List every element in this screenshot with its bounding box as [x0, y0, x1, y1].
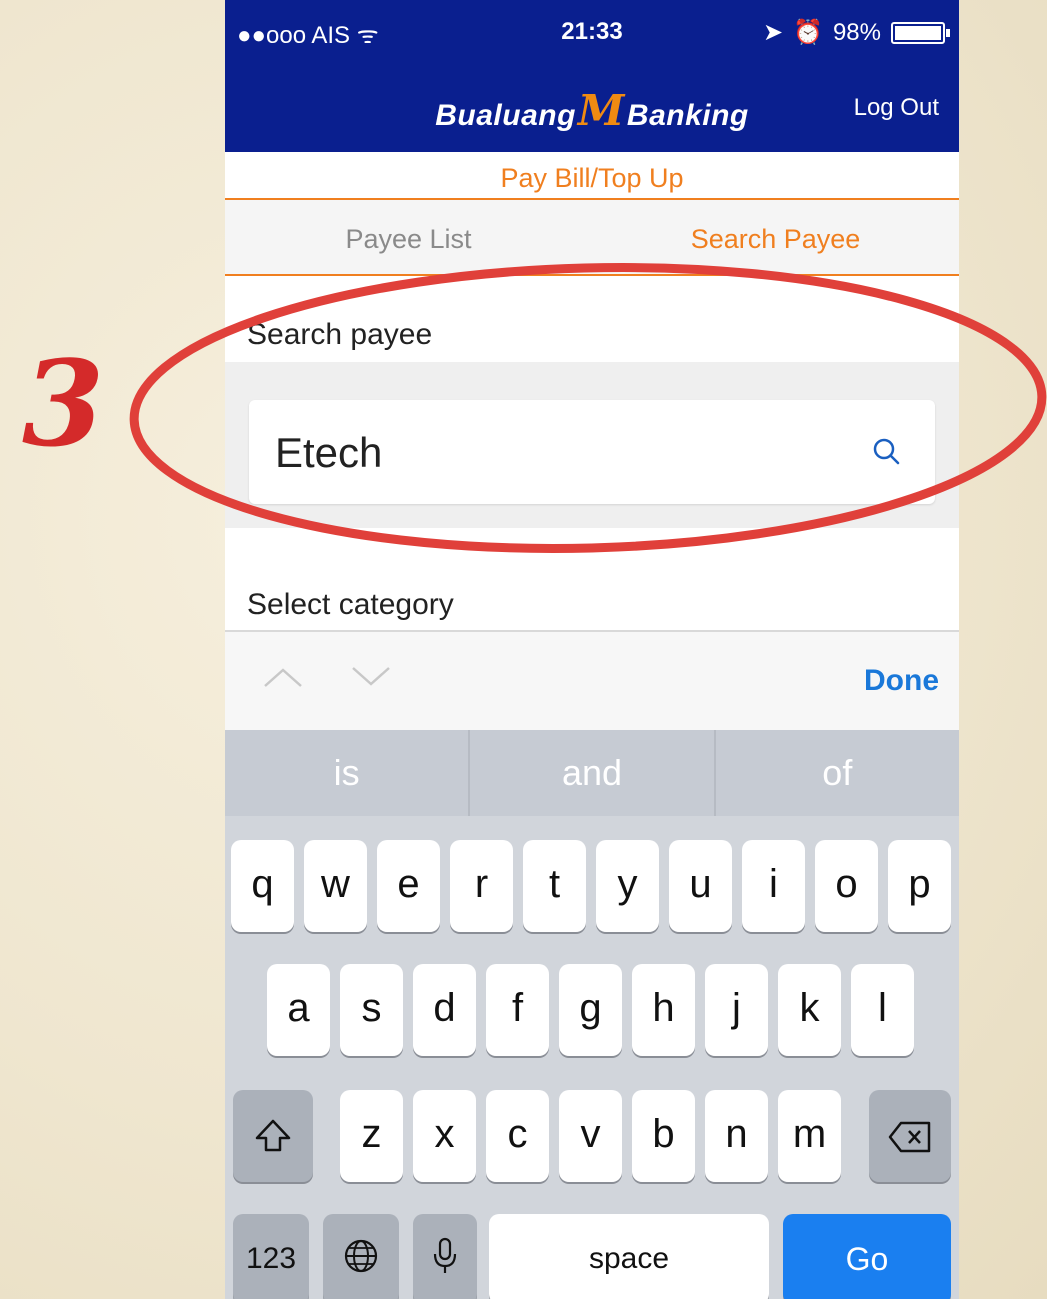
annotation-highlight-oval	[129, 263, 1047, 553]
